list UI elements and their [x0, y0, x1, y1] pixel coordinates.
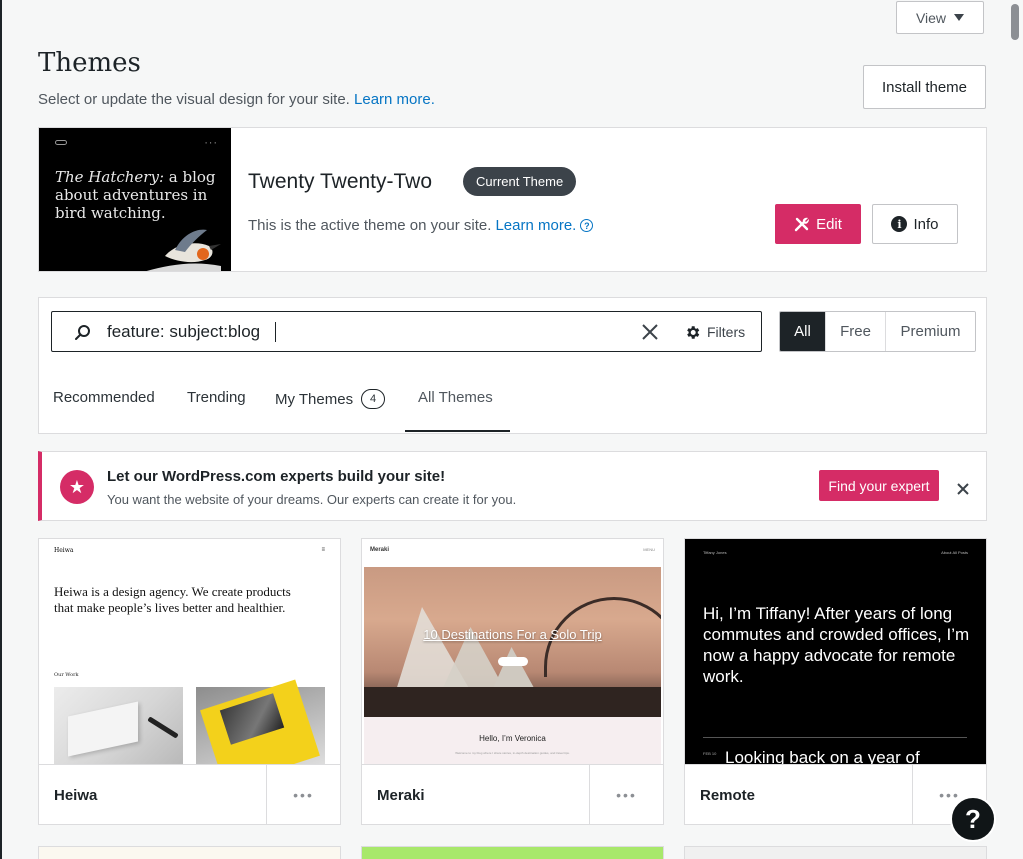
theme-footer: Meraki •••	[362, 764, 663, 824]
my-themes-count-badge: 4	[361, 389, 386, 409]
theme-card-meraki[interactable]: Meraki MENU 10 Destinations For a Solo T…	[361, 538, 664, 825]
filters-button[interactable]: Filters	[684, 320, 745, 344]
tab-my-themes[interactable]: My Themes 4	[275, 389, 386, 409]
logo-icon	[55, 140, 67, 145]
description-text: This is the active theme on your site.	[248, 217, 492, 234]
info-icon: i	[891, 216, 908, 232]
tab-recommended[interactable]: Recommended	[53, 389, 155, 406]
search-panel: Filters All Free Premium Recommended Tre…	[38, 297, 987, 434]
page-title: Themes	[38, 48, 141, 78]
close-icon[interactable]	[956, 482, 970, 496]
preview-hello: Hello, I’m Veronica	[479, 734, 546, 743]
install-theme-button[interactable]: Install theme	[863, 65, 986, 109]
edit-label: Edit	[816, 215, 842, 233]
help-button[interactable]: ?	[950, 796, 996, 842]
theme-name: Meraki	[377, 787, 425, 804]
tab-my-themes-label: My Themes	[275, 390, 354, 408]
menu-icon: ≡	[321, 547, 325, 553]
preview-logo: Heiwa	[54, 547, 74, 554]
learn-more-link[interactable]: Learn more.	[354, 91, 435, 108]
help-circle-icon[interactable]: ?	[580, 219, 594, 232]
segment-all[interactable]: All	[780, 312, 825, 351]
theme-search-box[interactable]: Filters	[51, 311, 762, 352]
banner-text: You want the website of your dreams. Our…	[107, 492, 517, 507]
page-subtitle: Select or update the visual design for y…	[38, 91, 435, 108]
preview-hero-image: 10 Destinations For a Solo Trip	[364, 567, 661, 717]
segment-premium[interactable]: Premium	[885, 312, 975, 351]
preview-read-more-pill	[498, 657, 528, 666]
more-options-icon[interactable]: •••	[266, 765, 340, 824]
preview-hero-title: 10 Destinations For a Solo Trip	[423, 627, 602, 642]
divider	[703, 737, 967, 738]
theme-preview-heiwa[interactable]: Heiwa ≡ Heiwa is a design agency. We cre…	[39, 539, 340, 764]
search-icon	[75, 325, 90, 340]
subtitle-text: Select or update the visual design for y…	[38, 91, 350, 108]
gear-icon	[687, 325, 700, 339]
tools-icon	[794, 217, 810, 232]
theme-name: Remote	[700, 787, 756, 804]
filters-label: Filters	[707, 324, 746, 340]
view-dropdown[interactable]: View	[896, 1, 984, 34]
theme-footer: Remote •••	[685, 764, 986, 824]
preview-header: Meraki MENU	[362, 539, 663, 567]
segment-free[interactable]: Free	[825, 312, 885, 351]
current-theme-description: This is the active theme on your site. L…	[248, 217, 594, 234]
theme-card-peek[interactable]	[361, 846, 664, 859]
close-icon[interactable]	[640, 322, 660, 342]
star-icon: ★	[60, 470, 94, 504]
preview-image-book	[54, 687, 183, 764]
preview-intro-sub: Welcome to my blog where I share stories…	[455, 751, 570, 755]
tab-all-themes[interactable]: All Themes	[418, 389, 493, 406]
current-theme-badge: Current Theme	[463, 167, 577, 196]
theme-footer: Heiwa •••	[39, 764, 340, 824]
thumbnail-headline: The Hatchery: a blog about adventures in…	[55, 168, 216, 222]
scrollbar[interactable]	[1009, 0, 1021, 859]
preview-section-label: Our Work	[54, 672, 79, 678]
theme-preview-meraki[interactable]: Meraki MENU 10 Destinations For a Solo T…	[362, 539, 663, 764]
preview-post-date: FEB 10	[703, 751, 717, 756]
find-expert-button[interactable]: Find your expert	[819, 470, 939, 501]
tab-trending[interactable]: Trending	[187, 389, 246, 406]
current-theme-thumbnail[interactable]: ▪ ▪ ▪ The Hatchery: a blog about adventu…	[39, 128, 231, 271]
preview-image-magazine	[196, 679, 325, 764]
page-edge	[0, 0, 2, 859]
preview-post-title: Looking back on a year of	[725, 748, 920, 764]
active-tab-indicator	[405, 430, 510, 432]
preview-nav: MENU	[643, 547, 655, 552]
bird-illustration-icon	[146, 229, 221, 271]
info-label: Info	[913, 215, 939, 233]
theme-tabs: Recommended Trending My Themes 4 All The…	[39, 368, 986, 434]
search-input[interactable]	[107, 312, 627, 351]
preview-logo: Meraki	[370, 547, 390, 553]
banner-title: Let our WordPress.com experts build your…	[107, 468, 446, 485]
preview-headline: Hi, I’m Tiffany! After years of long com…	[703, 604, 970, 686]
preview-headline: Heiwa is a design agency. We create prod…	[54, 584, 291, 615]
expert-banner: ★ Let our WordPress.com experts build yo…	[38, 451, 987, 521]
description-learn-more-link[interactable]: Learn more.	[495, 217, 576, 234]
text-cursor	[275, 322, 276, 342]
preview-nav: About All Posts	[941, 550, 968, 555]
pricing-segmented-control: All Free Premium	[779, 311, 976, 352]
theme-preview-remote[interactable]: Tiffany Jones About All Posts Hi, I’m Ti…	[685, 539, 986, 764]
preview-author: Tiffany Jones	[703, 550, 727, 555]
theme-card-remote[interactable]: Tiffany Jones About All Posts Hi, I’m Ti…	[684, 538, 987, 825]
scrollbar-thumb[interactable]	[1011, 4, 1019, 40]
edit-theme-button[interactable]: Edit	[775, 204, 861, 244]
caret-down-icon	[954, 14, 965, 21]
theme-card-peek[interactable]	[684, 846, 987, 859]
theme-card-peek[interactable]	[38, 846, 341, 859]
preview-intro: Hello, I’m Veronica Welcome to my blog w…	[364, 717, 661, 764]
current-theme-card: ▪ ▪ ▪ The Hatchery: a blog about adventu…	[38, 127, 987, 272]
more-options-icon[interactable]: •••	[589, 765, 663, 824]
theme-name: Heiwa	[54, 787, 98, 804]
view-label: View	[915, 9, 947, 26]
current-theme-name: Twenty Twenty-Two	[248, 170, 433, 193]
info-button[interactable]: i Info	[872, 204, 958, 244]
theme-card-heiwa[interactable]: Heiwa ≡ Heiwa is a design agency. We cre…	[38, 538, 341, 825]
mini-nav-dots: ▪ ▪ ▪	[205, 140, 217, 145]
